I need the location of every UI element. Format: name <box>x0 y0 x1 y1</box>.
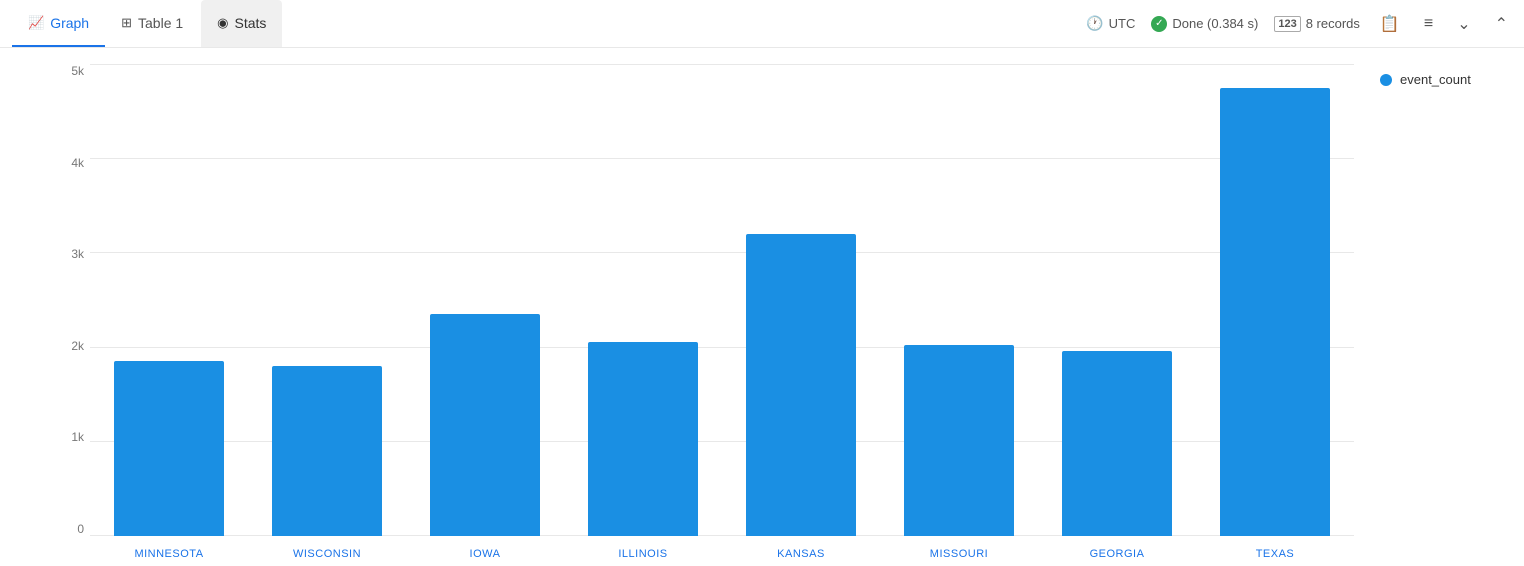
bar-group-kansas[interactable]: KANSAS <box>722 64 880 536</box>
toolbar-right: 🕐 UTC ✓ Done (0.384 s) 123 8 records 📋 ≡… <box>1086 10 1512 38</box>
done-icon: ✓ <box>1151 16 1167 32</box>
stats-tab-icon: ◉ <box>217 15 228 31</box>
copy-button[interactable]: 📋 <box>1376 10 1404 38</box>
table1-tab-label: Table 1 <box>138 15 183 31</box>
y-tick-2k: 2k <box>50 339 90 353</box>
legend-item-event-count: event_count <box>1380 72 1508 87</box>
stats-tab-label: Stats <box>235 15 267 31</box>
bar-group-wisconsin[interactable]: WISCONSIN <box>248 64 406 536</box>
bar-group-illinois[interactable]: ILLINOIS <box>564 64 722 536</box>
y-tick-1k: 1k <box>50 430 90 444</box>
graph-tab-label: Graph <box>50 15 89 31</box>
bar-kansas <box>746 234 857 536</box>
bar-group-missouri[interactable]: MISSOURI <box>880 64 1038 536</box>
timezone-item: 🕐 UTC <box>1086 15 1135 32</box>
bar-label-minnesota: MINNESOTA <box>134 548 203 560</box>
status-label: Done (0.384 s) <box>1172 16 1258 31</box>
y-tick-5k: 5k <box>50 64 90 78</box>
bar-missouri <box>904 345 1015 536</box>
bar-label-missouri: MISSOURI <box>930 548 988 560</box>
y-tick-4k: 4k <box>50 156 90 170</box>
bar-label-georgia: GEORGIA <box>1090 548 1145 560</box>
bar-group-minnesota[interactable]: MINNESOTA <box>90 64 248 536</box>
graph-tab-icon: 📈 <box>28 15 44 31</box>
bar-group-iowa[interactable]: IOWA <box>406 64 564 536</box>
chevron-down-button[interactable]: ⌄ <box>1453 10 1474 38</box>
chart-with-yaxis: 5k4k3k2k1k0 MINNESOTAWISCONSINIOWAILLINO… <box>50 64 1354 566</box>
chart-legend: event_count <box>1364 64 1524 566</box>
tab-table1[interactable]: ⊞ Table 1 <box>105 0 199 47</box>
status-item: ✓ Done (0.384 s) <box>1151 16 1258 32</box>
bar-label-wisconsin: WISCONSIN <box>293 548 361 560</box>
legend-dot <box>1380 74 1392 86</box>
records-label: 8 records <box>1306 16 1360 31</box>
bar-label-iowa: IOWA <box>470 548 501 560</box>
bar-label-kansas: KANSAS <box>777 548 825 560</box>
tab-stats[interactable]: ◉ Stats <box>201 0 282 47</box>
clock-icon: 🕐 <box>1086 15 1103 32</box>
bar-label-texas: TEXAS <box>1256 548 1295 560</box>
legend-label: event_count <box>1400 72 1471 87</box>
bar-label-illinois: ILLINOIS <box>618 548 667 560</box>
bar-minnesota <box>114 361 225 536</box>
tab-bar: 📈 Graph ⊞ Table 1 ◉ Stats <box>12 0 282 47</box>
timezone-label: UTC <box>1109 16 1136 31</box>
bar-group-texas[interactable]: TEXAS <box>1196 64 1354 536</box>
tab-graph[interactable]: 📈 Graph <box>12 0 105 47</box>
y-axis: 5k 4k 3k 2k 1k 0 <box>50 64 90 566</box>
records-item: 123 8 records <box>1274 16 1360 32</box>
bar-wisconsin <box>272 366 383 536</box>
y-tick-3k: 3k <box>50 247 90 261</box>
bars-wrapper: MINNESOTAWISCONSINIOWAILLINOISKANSASMISS… <box>90 64 1354 536</box>
chart-plot: MINNESOTAWISCONSINIOWAILLINOISKANSASMISS… <box>90 64 1354 566</box>
bar-group-georgia[interactable]: GEORGIA <box>1038 64 1196 536</box>
chart-main: 5k4k3k2k1k0 MINNESOTAWISCONSINIOWAILLINO… <box>0 64 1364 566</box>
y-tick-0: 0 <box>50 522 90 536</box>
display-options-button[interactable]: ≡ <box>1420 11 1437 37</box>
bar-texas <box>1220 88 1331 536</box>
bar-georgia <box>1062 351 1173 536</box>
records-icon: 123 <box>1274 16 1300 32</box>
bar-iowa <box>430 314 541 536</box>
collapse-button[interactable]: ⌃ <box>1491 10 1512 38</box>
bar-illinois <box>588 342 699 536</box>
table-tab-icon: ⊞ <box>121 15 132 31</box>
chart-container: 5k4k3k2k1k0 MINNESOTAWISCONSINIOWAILLINO… <box>0 48 1524 566</box>
toolbar: 📈 Graph ⊞ Table 1 ◉ Stats 🕐 UTC ✓ Done (… <box>0 0 1524 48</box>
